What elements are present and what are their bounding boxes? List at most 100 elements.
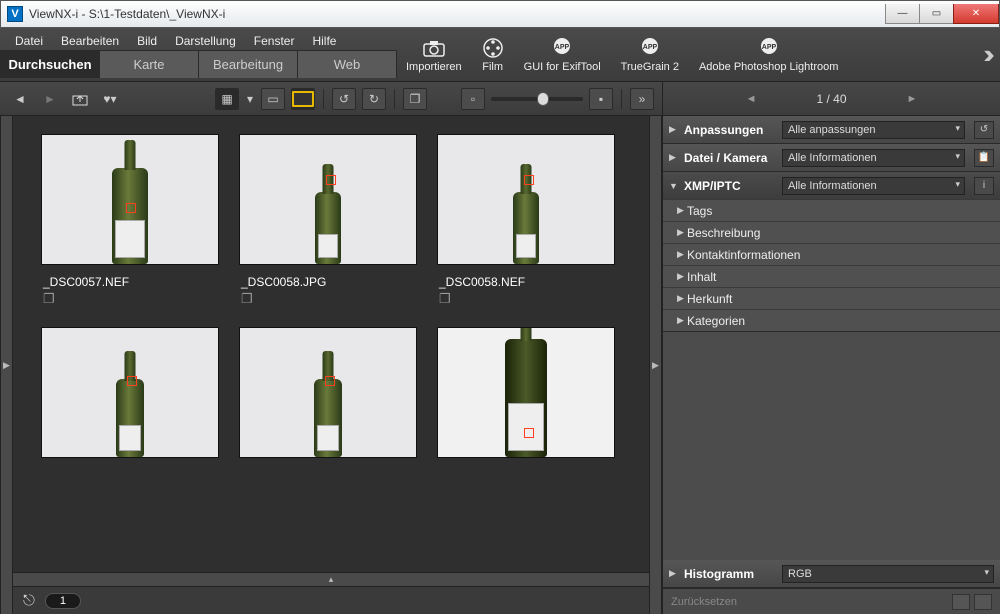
thumbnail-cell[interactable]	[239, 327, 417, 458]
thumbnail-cell[interactable]: _DSC0058.JPG ❐	[239, 134, 417, 307]
xmp-row-tags[interactable]: ▶Tags	[663, 199, 1000, 221]
window-minimize-button[interactable]: —	[885, 4, 919, 24]
window-close-button[interactable]: ✕	[953, 4, 999, 24]
thumbnail-filename: _DSC0057.NEF	[43, 275, 219, 289]
top-toolbar: Datei Bearbeiten Bild Darstellung Fenste…	[0, 28, 1000, 82]
view-grid-dropdown[interactable]: ▾	[245, 88, 255, 110]
favorites-button[interactable]: ♥▾	[98, 88, 122, 110]
zoom-out-button[interactable]: ▫	[461, 88, 485, 110]
load-preset-icon[interactable]	[974, 594, 992, 610]
chevron-right-icon[interactable]: ▶	[669, 568, 678, 579]
browser-toolbar: ◄ ► ♥▾ ▦ ▾ ▭ ↺ ↻ ❐ ▫ ▪ »	[0, 82, 662, 116]
filmstrip-toggle[interactable]: ▴	[13, 572, 649, 586]
reset-adjustments-icon[interactable]: ↺	[974, 121, 994, 139]
thumbnail-image[interactable]	[41, 134, 219, 265]
film-label: Film	[482, 61, 503, 73]
main-area: ▶ _DSC0057.NEF ❐ _DSC0058.JPG ❐	[0, 116, 1000, 614]
svg-text:APP: APP	[555, 44, 570, 51]
nav-forward-button[interactable]: ►	[38, 88, 62, 110]
xmp-row-contact[interactable]: ▶Kontaktinformationen	[663, 243, 1000, 265]
tab-map[interactable]: Karte	[99, 50, 199, 78]
next-image-button[interactable]: ►	[907, 93, 918, 105]
inspector-panel: ▶ Anpassungen Alle anpassungen ↺ ▶ Datei…	[662, 116, 1000, 614]
thumbnail-image[interactable]	[437, 134, 615, 265]
tab-browse[interactable]: Durchsuchen	[0, 50, 100, 78]
file-camera-select[interactable]: Alle Informationen	[782, 149, 965, 167]
xmp-row-content[interactable]: ▶Inhalt	[663, 265, 1000, 287]
view-single-button[interactable]: ▭	[261, 88, 285, 110]
info-icon[interactable]: i	[974, 177, 994, 195]
film-button[interactable]: Film	[482, 37, 504, 73]
tab-edit[interactable]: Bearbeitung	[198, 50, 298, 78]
thumbnail-cell[interactable]	[41, 327, 219, 458]
tab-web[interactable]: Web	[297, 50, 397, 78]
thumb-size-slider[interactable]	[491, 97, 583, 101]
folder-up-button[interactable]	[68, 88, 92, 110]
thumbnail-badge-icon: ❐	[439, 291, 615, 307]
xmp-row-categories[interactable]: ▶Kategorien	[663, 309, 1000, 331]
toolbar-overflow-button[interactable]: »	[630, 88, 654, 110]
right-rail-toggle[interactable]: ▶	[649, 116, 662, 614]
panel-filler	[663, 332, 1000, 560]
import-button[interactable]: Importieren	[406, 37, 462, 73]
app-badge-icon: APP	[551, 37, 573, 59]
reset-row: Zurücksetzen	[663, 588, 1000, 614]
prev-image-button[interactable]: ◄	[746, 93, 757, 105]
export-icon[interactable]: ⎋	[23, 592, 35, 609]
svg-text:APP: APP	[761, 44, 776, 51]
view-compare-button[interactable]	[291, 88, 315, 110]
lightroom-button[interactable]: APP Adobe Photoshop Lightroom	[699, 37, 838, 73]
overflow-chevrons-icon[interactable]: ›››	[972, 28, 1000, 81]
save-preset-icon[interactable]	[952, 594, 970, 610]
menu-file[interactable]: Datei	[6, 32, 52, 50]
panel-label: Histogramm	[684, 567, 776, 581]
thumbnail-image[interactable]	[41, 327, 219, 458]
thumbnail-image[interactable]	[239, 327, 417, 458]
thumbnail-image[interactable]	[239, 134, 417, 265]
left-rail-toggle[interactable]: ▶	[0, 116, 13, 614]
view-grid-button[interactable]: ▦	[215, 88, 239, 110]
titlebar: V ViewNX-i - S:\1-Testdaten\_ViewNX-i — …	[0, 0, 1000, 28]
menubar: Datei Bearbeiten Bild Darstellung Fenste…	[0, 28, 396, 50]
window-maximize-button[interactable]: ▭	[919, 4, 953, 24]
thumbnail-cell[interactable]: _DSC0057.NEF ❐	[41, 134, 219, 307]
clipboard-icon[interactable]: 📋	[974, 149, 994, 167]
selection-count: 1	[45, 593, 81, 609]
chevron-right-icon[interactable]: ▶	[669, 152, 678, 163]
menu-view[interactable]: Darstellung	[166, 32, 245, 50]
adjustments-select[interactable]: Alle anpassungen	[782, 121, 965, 139]
histogram-select[interactable]: RGB	[782, 565, 994, 583]
thumbnail-cell[interactable]	[437, 327, 615, 458]
panel-label: Datei / Kamera	[684, 151, 776, 165]
rotate-cw-button[interactable]: ↻	[362, 88, 386, 110]
panel-xmp-iptc: ▼ XMP/IPTC Alle Informationen i ▶Tags ▶B…	[663, 172, 1000, 332]
nav-back-button[interactable]: ◄	[8, 88, 32, 110]
thumbnail-image[interactable]	[437, 327, 615, 458]
chevron-down-icon[interactable]: ▼	[669, 181, 678, 191]
app-icon: V	[7, 6, 23, 22]
xmp-iptc-select[interactable]: Alle Informationen	[782, 177, 965, 195]
truegrain-button[interactable]: APP TrueGrain 2	[621, 37, 679, 73]
stack-button[interactable]: ❐	[403, 88, 427, 110]
menu-help[interactable]: Hilfe	[303, 32, 345, 50]
rotate-ccw-button[interactable]: ↺	[332, 88, 356, 110]
panel-label: Anpassungen	[684, 123, 776, 137]
zoom-in-button[interactable]: ▪	[589, 88, 613, 110]
thumbnail-cell[interactable]: _DSC0058.NEF ❐	[437, 134, 615, 307]
reset-button[interactable]: Zurücksetzen	[671, 596, 737, 608]
svg-text:APP: APP	[643, 44, 658, 51]
xmp-row-description[interactable]: ▶Beschreibung	[663, 221, 1000, 243]
chevron-right-icon[interactable]: ▶	[669, 124, 678, 135]
slider-thumb[interactable]	[537, 92, 549, 106]
xmp-row-origin[interactable]: ▶Herkunft	[663, 287, 1000, 309]
menu-edit[interactable]: Bearbeiten	[52, 32, 128, 50]
app-badge-icon: APP	[758, 37, 780, 59]
panel-file-camera: ▶ Datei / Kamera Alle Informationen 📋	[663, 144, 1000, 172]
menu-window[interactable]: Fenster	[245, 32, 304, 50]
truegrain-label: TrueGrain 2	[621, 61, 679, 73]
thumbnail-filename: _DSC0058.JPG	[241, 275, 417, 289]
thumbnail-filename: _DSC0058.NEF	[439, 275, 615, 289]
menu-image[interactable]: Bild	[128, 32, 166, 50]
app-badge-icon: APP	[639, 37, 661, 59]
exiftool-button[interactable]: APP GUI for ExifTool	[524, 37, 601, 73]
